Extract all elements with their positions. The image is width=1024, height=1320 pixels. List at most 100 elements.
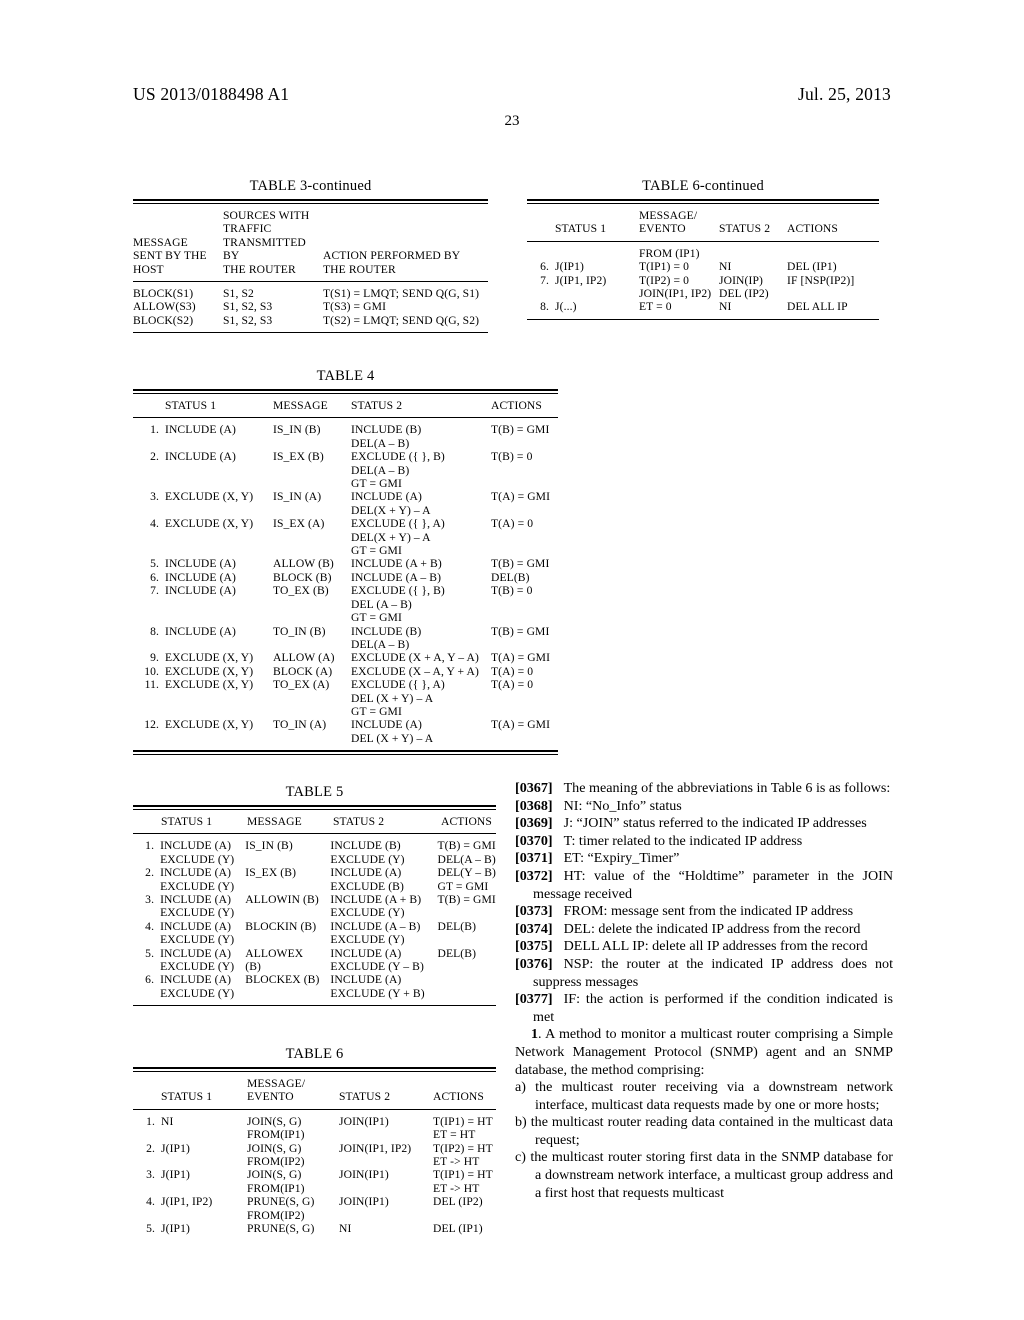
table-row: 2. INCLUDE (A) IS_EX (B) INCLUDE (A) DEL(Y –…	[133, 866, 496, 879]
cell-status1	[165, 705, 273, 718]
cell-actions: T(B) = 0	[491, 450, 533, 464]
paragraph-text: T: timer related to the indicated IP add…	[563, 832, 803, 849]
table-row: DEL (X + Y) – A	[133, 692, 558, 705]
header-cell	[133, 204, 223, 222]
cell-message: ALLOW (A)	[273, 651, 335, 665]
patent-page: US 2013/0188498 A1 Jul. 25, 2013 23 TABL…	[0, 0, 1024, 1320]
cell-actions: T(A) = GMI	[491, 490, 551, 504]
table-row: EXCLUDE (Y) (B) EXCLUDE (Y – B)	[133, 960, 496, 973]
cell-message: ET = 0	[639, 300, 672, 314]
cell-actions	[787, 287, 879, 300]
cell-actions: DEL (IP2)	[433, 1195, 483, 1209]
cell-message	[273, 477, 351, 490]
header-cell	[133, 394, 165, 417]
cell-message: BLOCKEX (B)	[245, 973, 320, 987]
table-6: TABLE 6 MESSAGE/ STATUS 1 EVENTO STATUS …	[133, 1046, 496, 1240]
cell-num: 2.	[145, 866, 155, 880]
cell-status2: EXCLUDE (B)	[330, 879, 404, 893]
cell-status2: EXCLUDE (X + A, Y – A)	[351, 651, 479, 665]
table-header-row: TRAFFIC	[133, 222, 488, 235]
cell-message: IS_IN (B)	[273, 423, 321, 437]
cell-status2: INCLUDE (A)	[351, 490, 422, 504]
cell-actions: DEL(B)	[491, 570, 530, 584]
cell-status2: GT = GMI	[351, 477, 402, 491]
cell-message: TO_EX (A)	[273, 678, 330, 692]
cell-status1: INCLUDE (A)	[160, 973, 232, 987]
header-cell-status2: STATUS 2	[339, 1090, 391, 1104]
cell-message: IS_IN (A)	[273, 490, 322, 504]
cell-actions: GT = GMI	[437, 879, 489, 893]
cell-num	[133, 853, 160, 866]
header-cell: TRAFFIC	[223, 222, 272, 236]
cell-message: FROM (IP1)	[639, 246, 700, 260]
header-cell-message: MESSAGE	[273, 399, 328, 412]
cell-num: 3.	[150, 490, 159, 504]
header-cell	[339, 1072, 433, 1090]
table-row: 5. J(IP1) PRUNE(S, G) NI DEL (IP1)	[133, 1222, 496, 1240]
cell-num: 1.	[146, 1114, 155, 1128]
table-rule-bottom	[133, 1005, 496, 1007]
claim-number: 1	[531, 1026, 539, 1043]
header-cell: THE ROUTER	[323, 262, 396, 276]
cell-status2: DEL (A – B)	[351, 597, 412, 611]
table-3-continued: TABLE 3-continued SOURCES WITH TRAFFIC M…	[133, 178, 488, 334]
paragraph-0373: [0373] FROM: message sent from the indica…	[515, 903, 893, 921]
header-cell-actions: ACTIONS	[433, 1090, 484, 1104]
cell-actions: T(A) = 0	[491, 664, 534, 678]
cell-status2: INCLUDE (B)	[351, 624, 422, 638]
table-6-body: 1. NI JOIN(S, G) JOIN(IP1) T(IP1) = HT FROM(…	[133, 1110, 496, 1241]
table-row: 1. INCLUDE (A) IS_IN (B) INCLUDE (B) T(B) = …	[133, 834, 496, 852]
table-row: 6. INCLUDE (A) BLOCKEX (B) INCLUDE (A)	[133, 973, 496, 986]
cell-sources: S1, S2, S3	[223, 313, 273, 327]
cell-message	[245, 933, 330, 946]
cell-num: 4.	[150, 517, 159, 531]
table-4-header: STATUS 1 MESSAGE STATUS 2 ACTIONS	[133, 394, 558, 417]
cell-num	[133, 1128, 161, 1141]
cell-message: JOIN(S, G)	[247, 1168, 302, 1182]
paragraph-tag: [0370]	[515, 832, 553, 849]
table-row: GT = GMI	[133, 705, 558, 718]
cell-status1: INCLUDE (A)	[165, 624, 236, 638]
cell-status2: INCLUDE (A)	[330, 946, 402, 960]
header-cell: STATUS 1	[555, 222, 607, 236]
cell-message: ALLOW(S3)	[133, 300, 196, 314]
paragraph-tag: [0377]	[515, 991, 553, 1008]
cell-status2: DEL (IP2)	[719, 287, 769, 301]
cell-num	[527, 242, 555, 260]
table-header-row: MESSAGE TRANSMITTED	[133, 236, 488, 249]
cell-status1	[165, 692, 273, 705]
cell-num	[133, 1155, 161, 1168]
cell-num: 6.	[150, 570, 159, 584]
cell-actions	[437, 987, 496, 1005]
table-row: EXCLUDE (Y) EXCLUDE (Y)	[133, 933, 496, 946]
cell-status2: NI	[719, 300, 732, 314]
cell-status1: EXCLUDE (Y)	[160, 852, 235, 866]
cell-status2	[339, 1182, 433, 1195]
table-row: DEL(A – B)	[133, 638, 558, 651]
table-6-continued: TABLE 6-continued MESSAGE/ STATUS 1 EVEN…	[527, 178, 879, 320]
cell-status2: NI	[719, 260, 732, 274]
cell-actions: DEL ALL IP	[787, 300, 848, 314]
cell-num	[133, 544, 165, 557]
cell-actions	[491, 611, 558, 624]
cell-sources: S1, S2, S3	[223, 300, 273, 314]
cell-status2: DEL(X + Y) – A	[351, 503, 431, 517]
table-row: FROM (IP1)	[527, 242, 879, 260]
table-header-row: SENT BY THE BY ACTION PERFORMED BY	[133, 249, 488, 262]
cell-num	[133, 906, 160, 919]
table-row: DEL(X + Y) – A	[133, 504, 558, 517]
cell-message: ALLOWIN (B)	[245, 893, 319, 907]
cell-status2: GT = GMI	[351, 611, 402, 625]
paragraph-0367: [0367] The meaning of the abbreviations i…	[515, 780, 893, 798]
cell-message	[273, 437, 351, 450]
cell-num: 3.	[145, 893, 155, 907]
cell-message	[245, 987, 330, 1005]
cell-actions: DEL (IP1)	[787, 260, 837, 274]
table-row: 3. J(IP1) JOIN(S, G) JOIN(IP1) T(IP1) = HT	[133, 1168, 496, 1181]
cell-message	[273, 611, 351, 624]
cell-status1: EXCLUDE (Y)	[160, 960, 235, 974]
cell-message: BLOCK(S1)	[133, 287, 194, 301]
cell-num	[133, 987, 160, 1005]
cell-status1	[165, 611, 273, 624]
table-row: DEL(A – B)	[133, 437, 558, 450]
